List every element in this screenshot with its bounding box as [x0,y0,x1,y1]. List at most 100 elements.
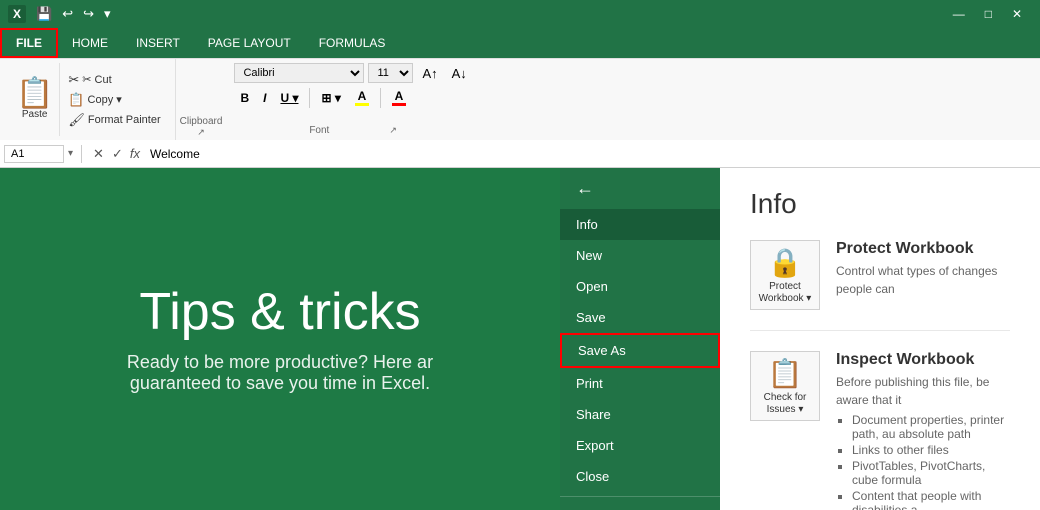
paste-button[interactable]: 📋 Paste [10,63,60,136]
inspect-workbook-section: 📋 Check forIssues ▾ Inspect Workbook Bef… [750,351,1010,510]
ribbon-toolbar: 📋 Paste ✂ ✂ Cut 📋 Copy ▾ 🖌 Format Painte… [0,58,1040,140]
sheet-subtitle-line2: guaranteed to save you time in Excel. [130,373,430,394]
protect-workbook-icon-label: ProtectWorkbook ▾ [759,281,812,305]
nav-item-new[interactable]: New [560,240,720,271]
protect-workbook-desc: Control what types of changes people can [836,262,1010,298]
tab-insert[interactable]: INSERT [122,28,194,58]
nav-item-print[interactable]: Print [560,368,720,399]
formula-input[interactable] [148,145,1036,163]
font-row2: B I U ▾ ⊞ ▾ A A [234,86,471,109]
clipboard-expand-icon[interactable]: ↗ [197,127,205,138]
font-color-btn[interactable]: A [386,86,412,109]
font-size-select[interactable]: 11 [368,63,413,83]
window-controls: — □ ✕ [943,3,1032,25]
fill-color-btn[interactable]: A [349,86,375,109]
quick-access-toolbar: 💾 ↩ ↪ ▾ [32,4,115,24]
tab-file[interactable]: FILE [0,28,58,58]
nav-item-save-as[interactable]: Save As [560,333,720,368]
tab-home[interactable]: HOME [58,28,122,58]
nav-item-open[interactable]: Open [560,271,720,302]
nav-item-close[interactable]: Close [560,461,720,492]
font-group-footer: Font ↗ [234,125,471,136]
font-row1: Calibri 11 A↑ A↓ [234,63,471,83]
cell-ref-dropdown[interactable]: ▾ [68,148,73,159]
sheet-subtitle-line1: Ready to be more productive? Here ar [127,352,433,373]
sheet-title: Tips & tricks [139,284,420,341]
undo-btn[interactable]: ↩ [58,4,77,24]
border-btn[interactable]: ⊞ ▾ [315,88,346,108]
cut-button[interactable]: ✂ ✂ Cut [66,71,162,89]
close-btn[interactable]: ✕ [1002,3,1032,25]
maximize-btn[interactable]: □ [975,3,1002,25]
list-item-3: PivotTables, PivotCharts, cube formula [852,459,1010,487]
separator-2 [380,88,381,108]
inspect-workbook-list: Document properties, printer path, au ab… [836,413,1010,510]
inspect-icon: 📋 [768,357,803,390]
font-color-icon: A [395,89,404,103]
file-nav: ← Info New Open Save Save As Print Share… [560,168,720,510]
file-panel: ← Info New Open Save Save As Print Share… [560,168,1040,510]
bold-btn[interactable]: B [234,88,255,108]
clipboard-group: 📋 Paste ✂ ✂ Cut 📋 Copy ▾ 🖌 Format Painte… [4,59,176,140]
formula-bar: ▾ ✕ ✓ fx [0,140,1040,168]
confirm-formula-btn[interactable]: ✓ [109,145,126,163]
save-quick-btn[interactable]: 💾 [32,4,56,24]
paste-label: Paste [22,109,48,120]
underline-btn[interactable]: U ▾ [274,88,304,108]
inspect-workbook-title: Inspect Workbook [836,351,1010,369]
nav-item-account[interactable]: Account [560,501,720,510]
info-content-area: Info 🔒 ProtectWorkbook ▾ Protect Workboo… [720,168,1040,510]
protect-workbook-section: 🔒 ProtectWorkbook ▾ Protect Workbook Con… [750,240,1010,331]
spreadsheet-preview: Tips & tricks Ready to be more productiv… [0,168,560,510]
copy-button[interactable]: 📋 Copy ▾ [66,91,162,109]
paste-icon: 📋 [16,79,53,109]
font-expand-icon[interactable]: ↗ [389,125,397,136]
inspect-workbook-text: Inspect Workbook Before publishing this … [836,351,1010,510]
highlight-icon: A [358,89,367,103]
cancel-formula-btn[interactable]: ✕ [90,145,107,163]
nav-item-info[interactable]: Info [560,209,720,240]
list-item-4: Content that people with disabilities a [852,489,1010,510]
formula-buttons: ✕ ✓ [90,145,126,163]
list-item-2: Links to other files [852,443,1010,457]
decrease-font-btn[interactable]: A↓ [447,64,472,83]
format-painter-button[interactable]: 🖌 Format Painter [66,111,162,129]
cell-reference-box[interactable] [4,145,64,163]
title-bar: X 💾 ↩ ↪ ▾ — □ ✕ [0,0,1040,28]
copy-icon: 📋 [68,92,84,108]
clipboard-group-label-area: Clipboard ↗ [176,59,227,140]
font-group-label: Font [309,125,329,136]
font-name-select[interactable]: Calibri [234,63,364,83]
nav-item-save[interactable]: Save [560,302,720,333]
formula-separator [81,145,82,163]
redo-btn[interactable]: ↪ [79,4,98,24]
nav-divider [560,496,720,497]
back-button[interactable]: ← [560,168,720,209]
nav-item-export[interactable]: Export [560,430,720,461]
clipboard-group-label: Clipboard [180,116,223,127]
back-icon: ← [576,178,594,199]
ribbon-tab-row: FILE HOME INSERT PAGE LAYOUT FORMULAS [0,28,1040,58]
increase-font-btn[interactable]: A↑ [417,64,442,83]
fill-color-indicator [355,103,369,106]
protect-workbook-button[interactable]: 🔒 ProtectWorkbook ▾ [750,240,820,310]
info-title: Info [750,188,1010,220]
fx-label: fx [130,146,140,161]
lock-icon: 🔒 [768,246,803,279]
customize-quick-btn[interactable]: ▾ [100,4,115,24]
nav-item-share[interactable]: Share [560,399,720,430]
check-issues-button[interactable]: 📋 Check forIssues ▾ [750,351,820,421]
protect-workbook-text: Protect Workbook Control what types of c… [836,240,1010,298]
clipboard-sub-group: ✂ ✂ Cut 📋 Copy ▾ 🖌 Format Painter [60,63,168,136]
cut-icon: ✂ [68,72,79,88]
format-painter-icon: 🖌 [68,112,85,128]
italic-btn[interactable]: I [257,88,272,108]
minimize-btn[interactable]: — [943,3,975,25]
font-color-indicator [392,103,406,106]
protect-workbook-title: Protect Workbook [836,240,1010,258]
tab-formulas[interactable]: FORMULAS [305,28,400,58]
list-item-1: Document properties, printer path, au ab… [852,413,1010,441]
separator-1 [309,88,310,108]
tab-page-layout[interactable]: PAGE LAYOUT [194,28,305,58]
inspect-workbook-desc: Before publishing this file, be aware th… [836,373,1010,409]
